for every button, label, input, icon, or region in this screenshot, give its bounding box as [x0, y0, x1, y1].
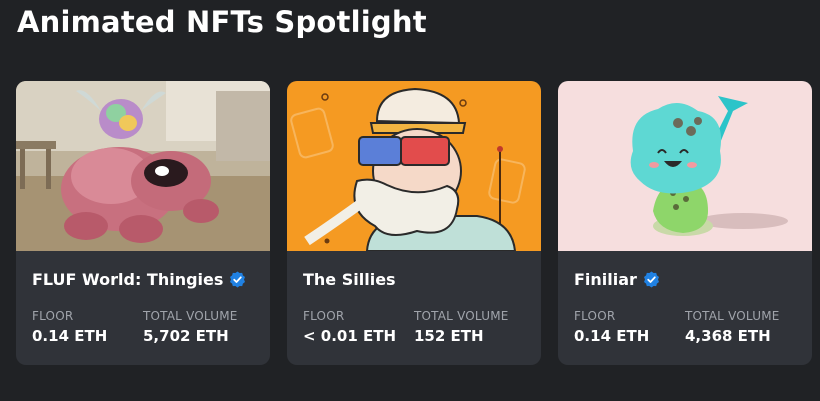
collection-name-text: FLUF World: Thingies: [32, 269, 224, 289]
floor-stat: FLOOR 0.14 ETH: [574, 309, 685, 345]
collection-name-text: The Sillies: [303, 269, 396, 289]
collection-card-finiliar[interactable]: Finiliar FLOOR 0.14 ETH TOTAL VOLUME 4,3…: [558, 81, 812, 365]
collection-card-the-sillies[interactable]: The Sillies FLOOR < 0.01 ETH TOTAL VOLUM…: [287, 81, 541, 365]
collection-name-text: Finiliar: [574, 269, 637, 289]
volume-value: 152 ETH: [414, 327, 484, 345]
volume-label: TOTAL VOLUME: [414, 309, 509, 323]
floor-value: < 0.01 ETH: [303, 327, 397, 345]
floor-value: 0.14 ETH: [32, 327, 108, 345]
verified-badge-icon: [643, 271, 659, 287]
volume-label: TOTAL VOLUME: [685, 309, 780, 323]
collection-card-fluf-world[interactable]: FLUF World: Thingies FLOOR 0.14 ETH TOTA…: [16, 81, 270, 365]
floor-value: 0.14 ETH: [574, 327, 650, 345]
collection-image-the-sillies[interactable]: [287, 81, 541, 251]
volume-label: TOTAL VOLUME: [143, 309, 238, 323]
collection-name[interactable]: Finiliar: [574, 268, 796, 290]
volume-stat: TOTAL VOLUME 5,702 ETH: [143, 309, 254, 345]
floor-label: FLOOR: [303, 309, 345, 323]
floor-label: FLOOR: [574, 309, 616, 323]
floor-stat: FLOOR 0.14 ETH: [32, 309, 143, 345]
volume-stat: TOTAL VOLUME 152 ETH: [414, 309, 525, 345]
volume-value: 5,702 ETH: [143, 327, 229, 345]
floor-label: FLOOR: [32, 309, 74, 323]
collection-image-finiliar[interactable]: [558, 81, 812, 251]
verified-badge-icon: [230, 271, 246, 287]
collection-name[interactable]: The Sillies: [303, 268, 525, 290]
volume-stat: TOTAL VOLUME 4,368 ETH: [685, 309, 796, 345]
floor-stat: FLOOR < 0.01 ETH: [303, 309, 414, 345]
collection-image-fluf-world[interactable]: [16, 81, 270, 251]
collection-name[interactable]: FLUF World: Thingies: [32, 268, 254, 290]
section-title: Animated NFTs Spotlight: [17, 5, 427, 39]
collection-cards: FLUF World: Thingies FLOOR 0.14 ETH TOTA…: [16, 81, 812, 365]
volume-value: 4,368 ETH: [685, 327, 771, 345]
